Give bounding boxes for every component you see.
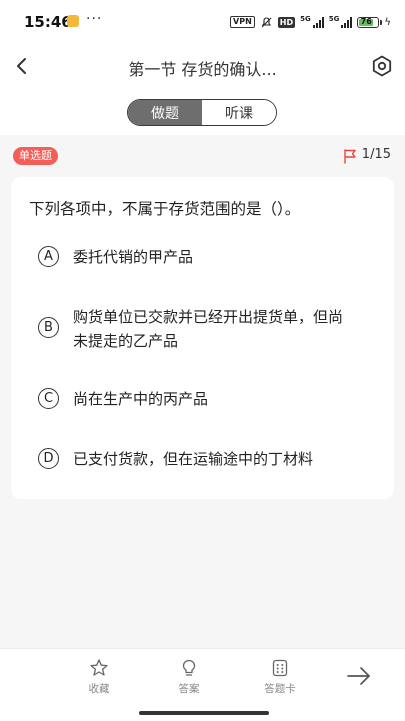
option-d[interactable]: D 已支付货款，但在运输途中的丁材料 — [38, 447, 378, 471]
page-title: 第一节 存货的确认... — [128, 60, 277, 79]
back-button[interactable] — [10, 54, 34, 78]
status-time: 15:46 — [24, 13, 72, 31]
answer-label: 答案 — [178, 683, 200, 695]
arrow-right-icon[interactable] — [346, 665, 372, 687]
tab-listen[interactable]: 听课 — [202, 100, 276, 125]
question-meta: 单选题 1/15 — [0, 143, 405, 169]
signal-icon-1: 5G — [300, 16, 324, 28]
option-text: 已支付货款，但在运输途中的丁材料 — [73, 450, 314, 468]
option-letter: B — [38, 317, 59, 338]
tab-practice[interactable]: 做题 — [128, 100, 202, 125]
favorite-label: 收藏 — [88, 683, 110, 695]
charging-icon: ϟ — [384, 16, 391, 28]
option-letter: A — [38, 246, 59, 267]
question-progress: 1/15 — [361, 147, 391, 162]
grid-icon — [272, 659, 288, 677]
option-text: 委托代销的甲产品 — [73, 248, 194, 266]
signal-icon-2: 5G — [329, 16, 353, 28]
answer-button[interactable]: 答案 — [164, 658, 214, 696]
gear-icon — [372, 55, 392, 77]
home-indicator[interactable] — [139, 711, 269, 715]
favorite-button[interactable]: 收藏 — [74, 658, 124, 696]
option-b[interactable]: B 购货单位已交款并已经开出提货单，但尚未提走的乙产品 — [38, 305, 348, 353]
battery-icon: 76 ϟ — [357, 16, 391, 28]
notification-app-icon — [67, 15, 79, 27]
question-stem: 下列各项中，不属于存货范围的是（）。 — [29, 200, 301, 218]
question-type-badge: 单选题 — [13, 147, 58, 165]
vpn-icon: VPN — [230, 16, 255, 28]
option-letter: D — [38, 448, 59, 469]
battery-level: 76 — [360, 17, 372, 26]
settings-button[interactable] — [369, 53, 395, 79]
more-notifications-icon: ··· — [86, 11, 103, 27]
option-a[interactable]: A 委托代销的甲产品 — [38, 245, 378, 269]
chevron-left-icon — [17, 58, 26, 74]
option-text: 尚在生产中的丙产品 — [73, 390, 209, 408]
question-card: 下列各项中，不属于存货范围的是（）。 A 委托代销的甲产品 B 购货单位已交款并… — [11, 177, 394, 499]
header: 第一节 存货的确认... — [0, 44, 405, 88]
tab-bar: 做题 听课 — [0, 88, 405, 135]
lightbulb-icon — [182, 659, 196, 676]
mode-switch: 做题 听课 — [127, 99, 277, 126]
answer-card-label: 答题卡 — [264, 683, 296, 695]
bottom-toolbar: 收藏 答案 答题卡 — [0, 648, 405, 721]
option-text: 购货单位已交款并已经开出提货单，但尚未提走的乙产品 — [73, 308, 344, 350]
answer-card-button[interactable]: 答题卡 — [255, 658, 305, 696]
option-c[interactable]: C 尚在生产中的丙产品 — [38, 387, 378, 411]
status-indicators: VPN HD 5G 5G 76 ϟ — [230, 14, 391, 30]
mute-icon — [261, 16, 272, 27]
hd-icon: HD — [277, 16, 296, 28]
status-bar: 15:46 ··· VPN HD 5G 5G 76 ϟ — [0, 0, 405, 44]
option-letter: C — [38, 388, 59, 409]
star-icon — [90, 659, 108, 676]
flag-icon[interactable] — [342, 148, 358, 164]
